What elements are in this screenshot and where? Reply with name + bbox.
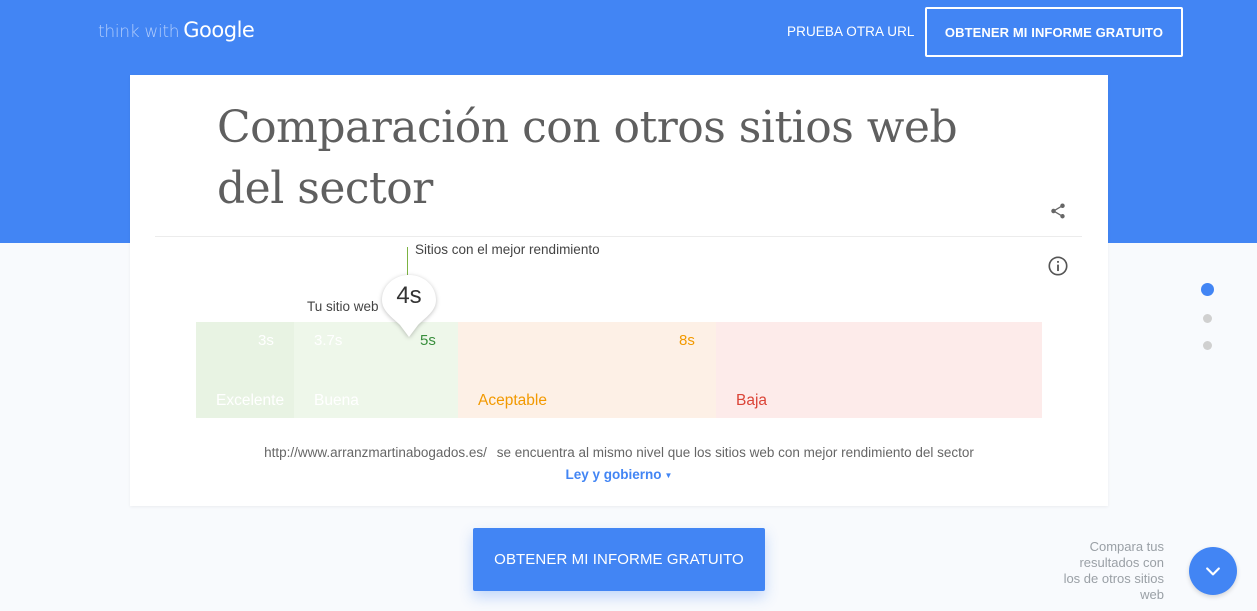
comparison-summary: http://www.arranzmartinabogados.es/ se e…	[130, 445, 1108, 460]
summary-text: se encuentra al mismo nivel que los siti…	[496, 445, 974, 460]
best-sites-label: Sitios con el mejor rendimiento	[415, 242, 600, 257]
chevron-down-icon	[1206, 567, 1220, 576]
compare-results-text: Compara tus resultados con los de otros …	[1063, 539, 1164, 602]
your-site-label: Tu sitio web	[307, 299, 379, 314]
scroll-down-button[interactable]	[1189, 547, 1237, 595]
segment-excelente: 3s Excelente	[196, 322, 294, 418]
pagination-dot-active[interactable]	[1201, 283, 1214, 296]
best-sites-marker-line	[407, 247, 408, 275]
comparison-card: Comparación con otros sitios web del sec…	[130, 75, 1108, 506]
your-site-value: 4s	[396, 282, 422, 309]
segment-label: Baja	[736, 392, 768, 409]
try-another-url-link[interactable]: PRUEBA OTRA URL	[787, 24, 915, 39]
pagination-dot[interactable]	[1203, 314, 1212, 323]
segment-baja: Baja	[716, 322, 1042, 418]
speed-scale: 3s Excelente 3.7s 5s Buena 8s Aceptable …	[196, 322, 1042, 418]
sector-dropdown[interactable]: Ley y gobierno ▼	[130, 467, 1108, 482]
sector-dropdown-label: Ley y gobierno	[565, 467, 662, 482]
think-with-google-logo[interactable]: think with Google	[98, 18, 255, 42]
segment-label: Buena	[314, 392, 359, 409]
caret-down-icon: ▼	[664, 470, 673, 480]
title-divider	[155, 236, 1082, 237]
tick-label: 8s	[679, 332, 695, 349]
segment-label: Excelente	[216, 392, 285, 409]
get-free-report-header-button[interactable]: OBTENER MI INFORME GRATUITO	[925, 7, 1183, 57]
segment-label: Aceptable	[478, 392, 547, 409]
segment-aceptable: 8s Aceptable	[458, 322, 716, 418]
site-url: http://www.arranzmartinabogados.es/	[264, 445, 487, 460]
logo-brand: Google	[183, 18, 255, 42]
tick-label: 3s	[258, 332, 274, 349]
get-free-report-button[interactable]: OBTENER MI INFORME GRATUITO	[473, 528, 765, 591]
page-title: Comparación con otros sitios web del sec…	[217, 102, 958, 214]
pagination-dot[interactable]	[1203, 341, 1212, 350]
logo-prefix: think with	[98, 22, 180, 42]
info-icon[interactable]	[1047, 255, 1069, 277]
share-icon[interactable]	[1049, 202, 1067, 220]
tick-label: 3.7s	[314, 332, 343, 349]
